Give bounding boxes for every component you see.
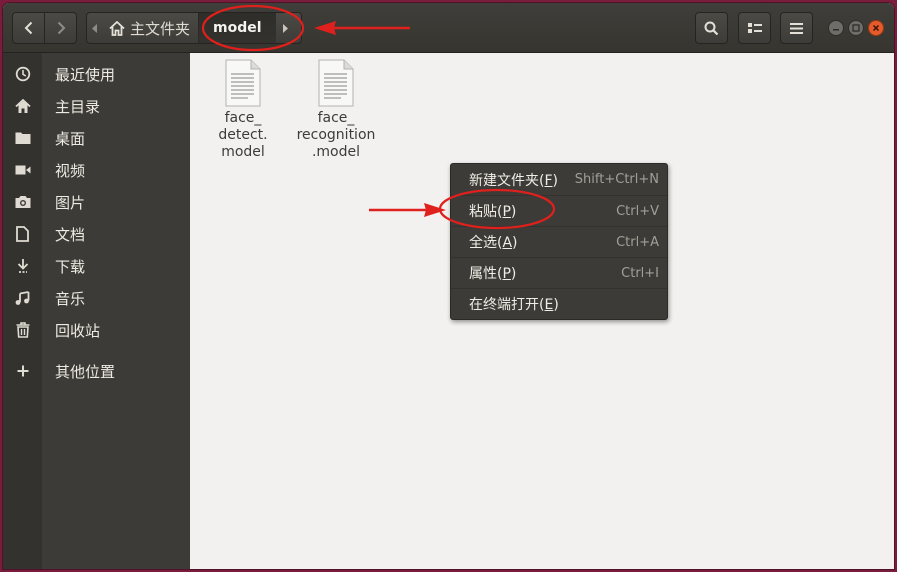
app-menu-button[interactable]	[780, 12, 813, 44]
breadcrumb-scroll-right-button[interactable]	[276, 13, 294, 43]
menu-item-shortcut: Ctrl+A	[616, 234, 659, 250]
view-toggle-button[interactable]	[738, 12, 771, 44]
search-button[interactable]	[695, 12, 728, 44]
minimize-window-button[interactable]	[828, 20, 844, 36]
sidebar-item-label: 下载	[55, 257, 86, 276]
close-window-button[interactable]	[868, 20, 884, 36]
sidebar-item-label: 主目录	[55, 97, 101, 116]
menu-item-new-folder[interactable]: 新建文件夹(F) Shift+Ctrl+N	[451, 164, 667, 195]
music-icon	[3, 290, 42, 306]
file-name: face_ recognition .model	[296, 110, 376, 160]
video-icon	[3, 164, 42, 176]
plus-icon	[3, 365, 42, 377]
menu-item-label: 属性(P)	[469, 266, 517, 282]
file-item[interactable]: face_ recognition .model	[288, 55, 384, 161]
sidebar-item-label: 最近使用	[55, 65, 116, 84]
menu-item-shortcut: Ctrl+V	[616, 203, 659, 219]
sidebar-item-videos[interactable]: 视频	[3, 154, 190, 186]
sidebar: 最近使用 主目录 桌面 视频 图片 文档 下载 音乐 回收站 其他位置	[3, 53, 190, 569]
triangle-left-icon	[92, 23, 97, 33]
home-icon	[109, 20, 125, 36]
chevron-left-icon	[24, 21, 32, 35]
text-file-icon	[318, 59, 354, 107]
chevron-right-icon	[57, 21, 65, 35]
sidebar-item-label: 回收站	[55, 321, 101, 340]
sidebar-item-recent[interactable]: 最近使用	[3, 58, 190, 90]
maximize-icon	[852, 24, 860, 32]
home-icon	[3, 98, 42, 114]
sidebar-item-label: 音乐	[55, 289, 86, 308]
sidebar-item-home[interactable]: 主目录	[3, 90, 190, 122]
context-menu: 新建文件夹(F) Shift+Ctrl+N 粘贴(P) Ctrl+V 全选(A)…	[450, 163, 668, 320]
sidebar-item-other-locations[interactable]: 其他位置	[3, 355, 190, 387]
sidebar-item-documents[interactable]: 文档	[3, 218, 190, 250]
sidebar-item-label: 桌面	[55, 129, 86, 148]
menu-item-open-in-terminal[interactable]: 在终端打开(E)	[451, 288, 667, 319]
forward-button[interactable]	[44, 12, 77, 44]
sidebar-item-downloads[interactable]: 下载	[3, 250, 190, 282]
breadcrumb-home[interactable]: 主文件夹	[103, 13, 200, 43]
maximize-window-button[interactable]	[848, 20, 864, 36]
search-icon	[704, 21, 719, 35]
menu-item-shortcut: Shift+Ctrl+N	[574, 172, 659, 187]
clock-icon	[3, 66, 42, 82]
menu-item-shortcut: Ctrl+I	[621, 265, 659, 281]
sidebar-item-label: 图片	[55, 193, 86, 212]
breadcrumb-current-label: model	[213, 20, 262, 36]
minimize-icon	[833, 29, 839, 31]
close-icon	[872, 24, 880, 32]
sidebar-item-label: 文档	[55, 225, 86, 244]
menu-item-paste[interactable]: 粘贴(P) Ctrl+V	[451, 195, 667, 226]
text-file-icon	[225, 59, 261, 107]
menu-item-select-all[interactable]: 全选(A) Ctrl+A	[451, 226, 667, 257]
sidebar-item-pictures[interactable]: 图片	[3, 186, 190, 218]
sidebar-item-trash[interactable]: 回收站	[3, 314, 190, 346]
sidebar-item-label: 其他位置	[55, 362, 116, 381]
trash-icon	[3, 322, 42, 338]
back-button[interactable]	[12, 12, 45, 44]
menu-item-properties[interactable]: 属性(P) Ctrl+I	[451, 257, 667, 288]
sidebar-item-desktop[interactable]: 桌面	[3, 122, 190, 154]
breadcrumb-scroll-left-button[interactable]	[87, 13, 103, 43]
hamburger-menu-icon	[790, 22, 803, 34]
download-icon	[3, 258, 42, 274]
menu-item-label: 全选(A)	[469, 235, 518, 251]
menu-item-label: 在终端打开(E)	[469, 297, 559, 313]
sidebar-item-label: 视频	[55, 161, 86, 180]
folder-icon	[3, 131, 42, 145]
menu-item-label: 新建文件夹(F)	[469, 172, 558, 189]
header-bar: 主文件夹 model	[3, 3, 894, 53]
camera-icon	[3, 195, 42, 209]
breadcrumb-home-label: 主文件夹	[130, 19, 191, 38]
document-icon	[3, 226, 42, 242]
menu-item-label: 粘贴(P)	[469, 204, 517, 220]
file-item[interactable]: face_ detect. model	[195, 55, 291, 161]
file-name: face_ detect. model	[218, 110, 268, 160]
triangle-right-icon	[282, 23, 288, 33]
breadcrumb-current[interactable]: model	[199, 13, 276, 43]
view-toggle-icon	[747, 23, 762, 33]
file-manager-window: 主文件夹 model 最近使用 主目录 桌面 视频 图片 文档 下载 音乐 回收…	[3, 3, 894, 569]
sidebar-item-music[interactable]: 音乐	[3, 282, 190, 314]
breadcrumb: 主文件夹 model	[86, 12, 302, 44]
